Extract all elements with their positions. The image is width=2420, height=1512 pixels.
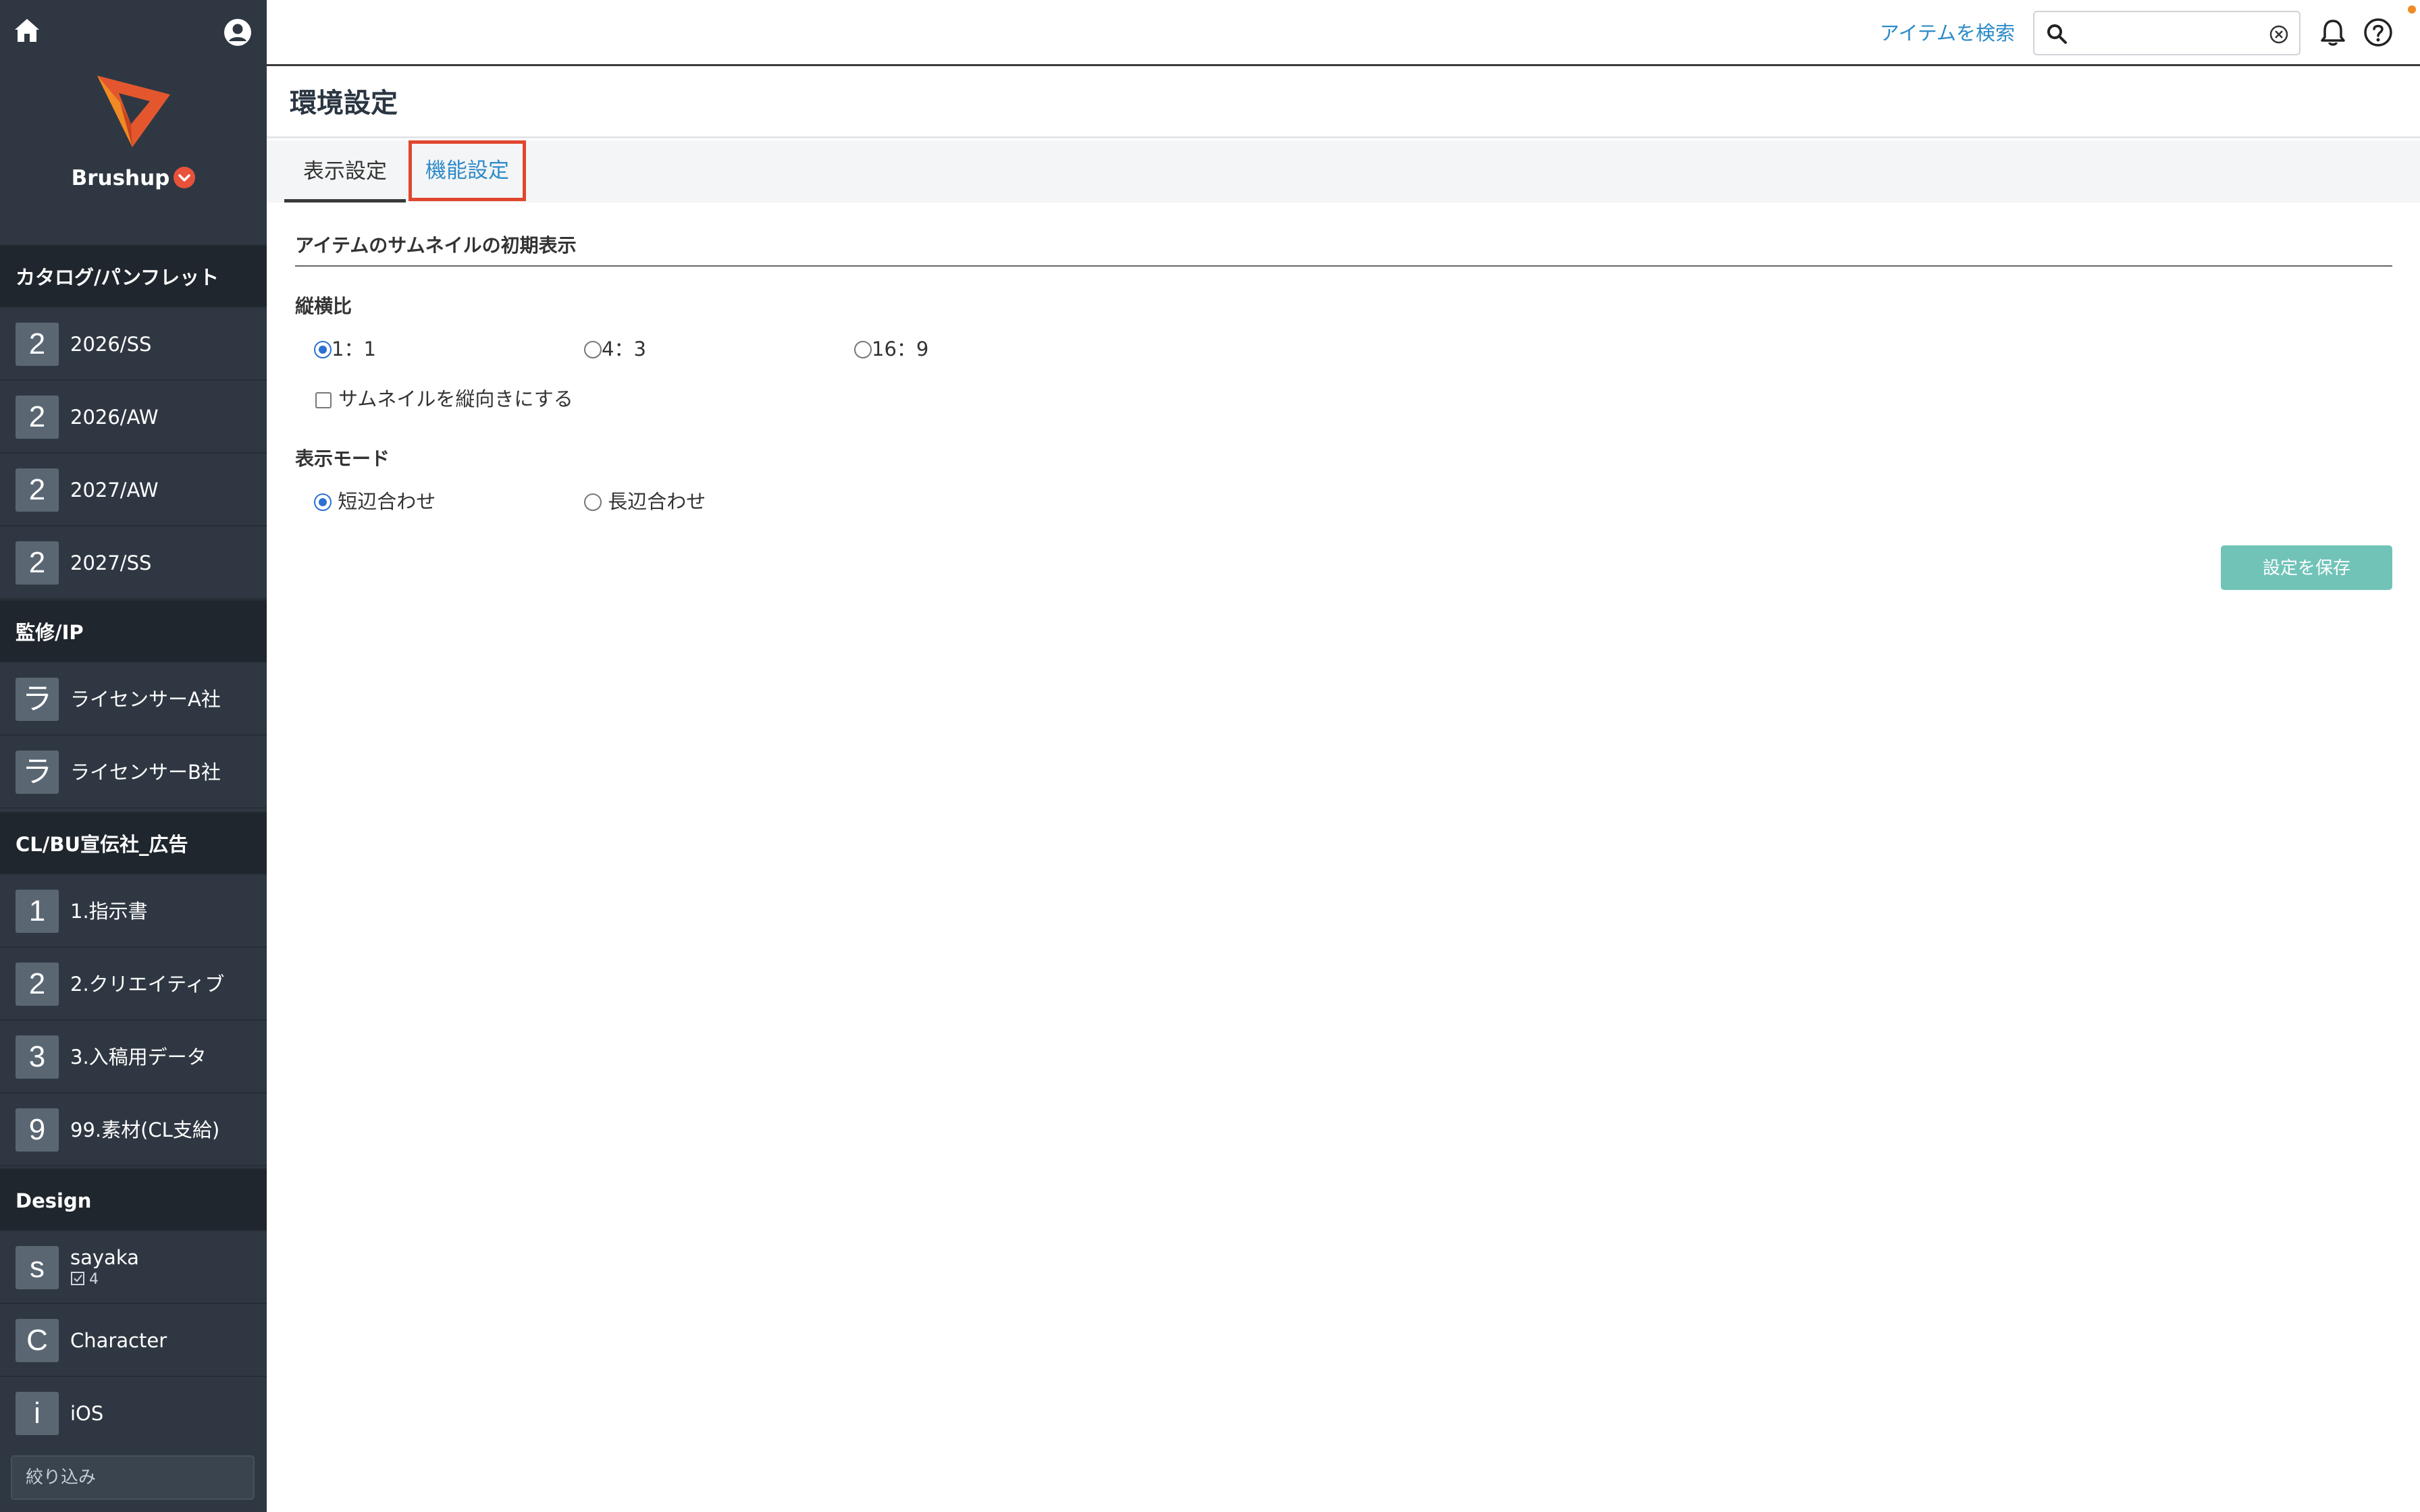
project-avatar: C	[16, 1319, 59, 1362]
project-avatar: 9	[16, 1108, 59, 1152]
mode-option-label: 短辺合わせ	[338, 490, 436, 513]
sidebar-item-label: iOS	[70, 1402, 104, 1425]
sidebar-item[interactable]: 9 99.素材(CL支給)	[0, 1094, 267, 1166]
sidebar-item[interactable]: ラ ライセンサーA社	[0, 663, 267, 736]
user-avatar-icon[interactable]	[223, 18, 253, 47]
tabs-bar: 表示設定 機能設定	[267, 140, 2420, 202]
tab-function-settings[interactable]: 機能設定	[409, 140, 526, 201]
section-title: アイテムのサムネイルの初期表示	[295, 234, 577, 256]
group-header-ip: 監修/IP	[0, 599, 267, 663]
clear-search-icon[interactable]	[2268, 24, 2290, 45]
sidebar-item-label: ライセンサーB社	[70, 761, 221, 784]
project-avatar: ラ	[16, 678, 59, 721]
sidebar-item[interactable]: ラ ライセンサーB社	[0, 736, 267, 809]
sidebar-item[interactable]: 2 2027/SS	[0, 526, 267, 599]
display-mode-label: 表示モード	[295, 448, 390, 470]
sidebar-item[interactable]: 1 1.指示書	[0, 875, 267, 948]
search-box[interactable]	[2033, 11, 2300, 55]
top-bar: アイテムを検索	[267, 0, 2420, 66]
portrait-thumbnail-option[interactable]: サムネイルを縦向きにする	[315, 383, 573, 412]
sidebar-item-label: 99.素材(CL支給)	[70, 1118, 220, 1141]
aspect-option-1-1[interactable]: 1：1	[314, 333, 376, 362]
aspect-option-label: 4：3	[602, 338, 646, 360]
project-avatar: 3	[16, 1035, 59, 1079]
help-icon[interactable]	[2362, 16, 2394, 49]
item-search-link[interactable]: アイテムを検索	[1880, 0, 2015, 66]
sidebar-item-name: sayaka	[70, 1246, 139, 1269]
brushup-logo-icon	[92, 66, 176, 150]
sidebar-item[interactable]: s sayaka 4	[0, 1231, 267, 1304]
mode-option-short-edge[interactable]: 短辺合わせ	[314, 486, 436, 514]
sidebar-item-label: 3.入稿用データ	[70, 1046, 207, 1069]
page-title: 環境設定	[290, 88, 398, 119]
sidebar-item[interactable]: C Character	[0, 1304, 267, 1377]
sidebar-item[interactable]: 3 3.入稿用データ	[0, 1021, 267, 1094]
sidebar-item[interactable]: 2 2027/AW	[0, 454, 267, 526]
aspect-radio-1-1[interactable]	[314, 341, 332, 358]
aspect-radio-16-9[interactable]	[854, 341, 872, 358]
brand-label: Brushup	[71, 166, 170, 190]
checkbox-icon	[71, 1271, 84, 1285]
portrait-thumbnail-label: サムネイルを縦向きにする	[338, 387, 573, 410]
sidebar-item[interactable]: 2 2026/AW	[0, 381, 267, 454]
brand-name[interactable]: Brushup	[0, 166, 267, 190]
sidebar-item-label: 2026/AW	[70, 406, 159, 429]
group-header-advertising: CL/BU宣伝社_広告	[0, 811, 267, 875]
section-divider	[295, 265, 2392, 267]
sidebar-item-label: Character	[70, 1329, 167, 1352]
notification-dot	[2408, 5, 2416, 14]
aspect-option-16-9[interactable]: 16：9	[854, 333, 928, 362]
sidebar-item-label: sayaka 4	[70, 1246, 139, 1289]
search-input[interactable]	[2075, 18, 2264, 49]
save-settings-button[interactable]: 設定を保存	[2221, 545, 2392, 590]
sidebar-item-label: 2.クリエイティブ	[70, 973, 225, 996]
aspect-option-4-3[interactable]: 4：3	[584, 333, 646, 362]
sidebar-filter-area: 絞り込み	[0, 1446, 267, 1512]
project-avatar: ラ	[16, 751, 59, 794]
chevron-down-icon[interactable]	[174, 166, 196, 188]
sidebar-header: Brushup	[0, 0, 267, 244]
aspect-option-label: 1：1	[332, 338, 376, 360]
search-icon	[2045, 22, 2068, 45]
mode-radio-short-edge[interactable]	[314, 493, 332, 511]
sidebar-item[interactable]: 2 2.クリエイティブ	[0, 948, 267, 1021]
mode-radio-long-edge[interactable]	[584, 493, 602, 511]
project-avatar: 1	[16, 890, 59, 933]
sidebar-item[interactable]: i iOS	[0, 1377, 267, 1450]
sidebar-filter-input[interactable]: 絞り込み	[11, 1455, 255, 1500]
sidebar-item-label: 2026/SS	[70, 333, 152, 356]
mode-option-label: 長辺合わせ	[608, 490, 706, 513]
task-count-value: 4	[89, 1270, 99, 1288]
project-avatar: 2	[16, 541, 59, 585]
sidebar-item-label: 2027/AW	[70, 479, 159, 502]
project-avatar: i	[16, 1392, 59, 1435]
sidebar-item-label: 1.指示書	[70, 900, 148, 923]
project-avatar: s	[16, 1246, 59, 1289]
sidebar-item[interactable]: 2 2026/SS	[0, 308, 267, 381]
project-avatar: 2	[16, 323, 59, 366]
mode-option-long-edge[interactable]: 長辺合わせ	[584, 486, 706, 514]
aspect-ratio-label: 縦横比	[295, 295, 352, 317]
page-title-bar: 環境設定	[267, 68, 2420, 138]
aspect-option-label: 16：9	[872, 338, 929, 360]
project-avatar: 2	[16, 963, 59, 1006]
sidebar-item-label: 2027/SS	[70, 551, 152, 574]
task-count: 4	[70, 1271, 139, 1289]
project-avatar: 2	[16, 468, 59, 512]
aspect-radio-4-3[interactable]	[584, 341, 602, 358]
bell-icon[interactable]	[2317, 17, 2348, 48]
project-avatar: 2	[16, 396, 59, 439]
sidebar: Brushup カタログ/パンフレット 2 2026/SS 2 2026/AW …	[0, 0, 267, 1512]
group-header-design: Design	[0, 1168, 267, 1231]
group-header-catalog: カタログ/パンフレット	[0, 244, 267, 308]
portrait-thumbnail-checkbox[interactable]	[315, 392, 332, 408]
tab-display-settings[interactable]: 表示設定	[284, 140, 406, 202]
sidebar-item-label: ライセンサーA社	[70, 688, 221, 711]
home-icon[interactable]	[12, 15, 42, 45]
